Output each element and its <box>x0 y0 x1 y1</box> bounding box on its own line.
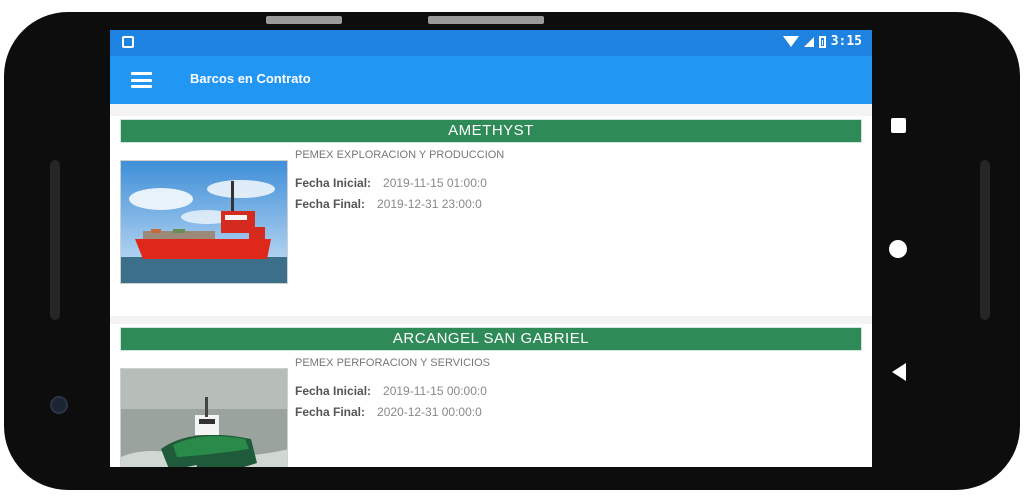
start-date-label: Fecha Inicial: <box>295 176 372 190</box>
end-date-row: Fecha Final: 2020-12-31 00:00:0 <box>295 405 490 419</box>
app-bar: Barcos en Contrato <box>110 56 872 104</box>
power-button <box>428 16 544 24</box>
speaker-left <box>50 160 60 320</box>
vessel-name: AMETHYST <box>120 119 862 143</box>
company-name: PEMEX EXPLORACION Y PRODUCCION <box>295 149 505 161</box>
end-date-label: Fecha Final: <box>295 405 366 419</box>
nav-recents-icon[interactable] <box>891 118 906 133</box>
app-screen: 3:15 Barcos en Contrato AMETHYST PEMEX E… <box>110 30 872 467</box>
vessel-card[interactable]: AMETHYST PEMEX EXPLORACION Y PRODUCCION … <box>110 116 872 316</box>
signal-icon <box>803 36 814 47</box>
end-date-label: Fecha Final: <box>295 197 366 211</box>
start-date-row: Fecha Inicial: 2019-11-15 00:00:0 <box>295 384 490 398</box>
end-date-value: 2020-12-31 00:00:0 <box>377 405 482 419</box>
nav-home-icon[interactable] <box>889 240 907 258</box>
start-date-value: 2019-11-15 01:00:0 <box>383 176 487 190</box>
start-date-value: 2019-11-15 00:00:0 <box>383 384 487 398</box>
vessel-name: ARCANGEL SAN GABRIEL <box>120 327 862 351</box>
battery-icon <box>818 35 826 48</box>
vessel-list[interactable]: AMETHYST PEMEX EXPLORACION Y PRODUCCION … <box>110 104 872 467</box>
vessel-card[interactable]: ARCANGEL SAN GABRIEL PEMEX PERFORACION Y… <box>110 324 872 467</box>
start-date-row: Fecha Inicial: 2019-11-15 01:00:0 <box>295 176 504 190</box>
nav-back-icon[interactable] <box>892 363 906 381</box>
vessel-photo <box>120 368 288 467</box>
status-icons: 3:15 <box>782 34 862 49</box>
notification-icon <box>122 36 134 48</box>
front-camera <box>50 396 68 414</box>
status-bar: 3:15 <box>110 30 872 56</box>
status-time: 3:15 <box>830 34 862 49</box>
menu-icon[interactable] <box>131 72 152 88</box>
page-title: Barcos en Contrato <box>190 71 311 86</box>
volume-button <box>266 16 342 24</box>
company-name: PEMEX PERFORACION Y SERVICIOS <box>295 357 490 369</box>
start-date-label: Fecha Inicial: <box>295 384 372 398</box>
wifi-icon <box>782 36 799 47</box>
vessel-photo <box>120 160 288 284</box>
speaker-right <box>980 160 990 320</box>
end-date-row: Fecha Final: 2019-12-31 23:00:0 <box>295 197 504 211</box>
end-date-value: 2019-12-31 23:00:0 <box>377 197 482 211</box>
